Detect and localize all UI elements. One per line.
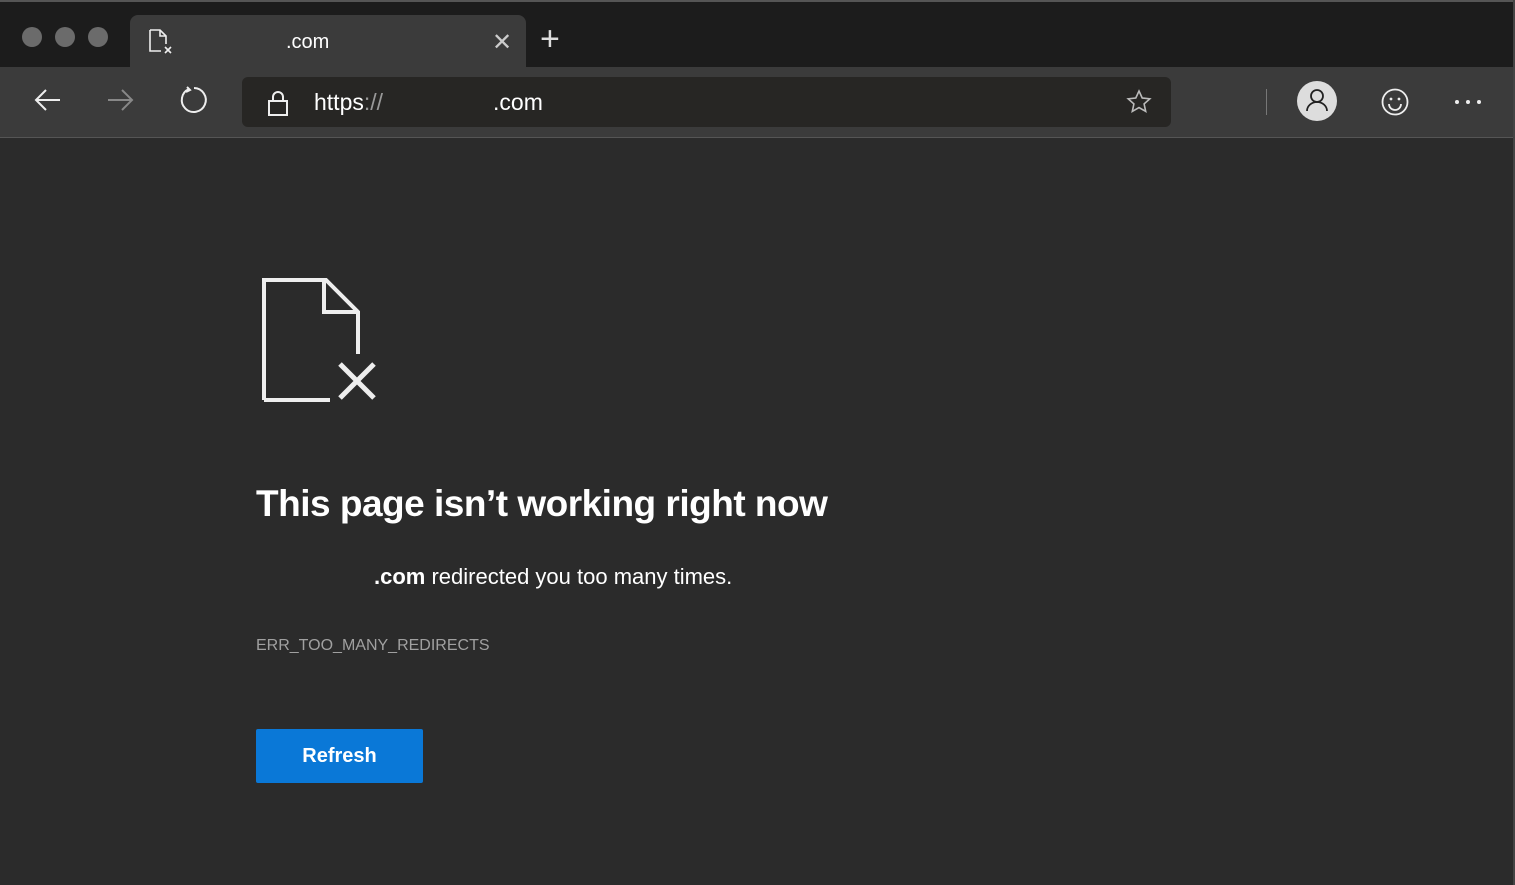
title-bar: .com ✕ + — [0, 0, 1515, 69]
close-window-button[interactable] — [22, 27, 42, 47]
maximize-window-button[interactable] — [88, 27, 108, 47]
profile-icon — [1306, 89, 1328, 112]
tab-title: .com — [286, 31, 330, 53]
back-icon[interactable] — [32, 84, 64, 116]
url-text[interactable]: https:// .com — [314, 89, 543, 116]
refresh-icon[interactable] — [178, 84, 210, 116]
star-icon[interactable] — [1126, 89, 1152, 115]
refresh-button[interactable]: Refresh — [256, 729, 423, 783]
minimize-window-button[interactable] — [55, 27, 75, 47]
toolbar-divider — [1266, 89, 1267, 115]
forward-icon[interactable] — [104, 84, 136, 116]
url-domain: .com — [493, 89, 543, 115]
error-message-text: redirected you too many times. — [425, 564, 733, 589]
error-message: .com redirected you too many times. — [256, 564, 732, 590]
lock-icon[interactable] — [266, 89, 290, 117]
address-bar[interactable]: https:// .com — [242, 77, 1171, 127]
error-title: This page isn’t working right now — [256, 483, 828, 524]
emoji-icon[interactable] — [1380, 87, 1410, 117]
close-tab-icon[interactable]: ✕ — [492, 28, 512, 57]
error-domain: .com — [374, 564, 426, 589]
profile-button[interactable] — [1297, 81, 1337, 121]
toolbar: https:// .com — [0, 67, 1515, 138]
url-scheme: https — [314, 89, 364, 115]
tab-active[interactable]: .com ✕ — [130, 15, 526, 69]
url-separator: :// — [363, 89, 384, 115]
page-error-icon — [262, 278, 376, 402]
error-code: ERR_TOO_MANY_REDIRECTS — [256, 637, 490, 654]
more-icon[interactable] — [1454, 97, 1484, 107]
new-tab-button[interactable]: + — [540, 22, 560, 56]
page-error-icon — [149, 29, 172, 54]
